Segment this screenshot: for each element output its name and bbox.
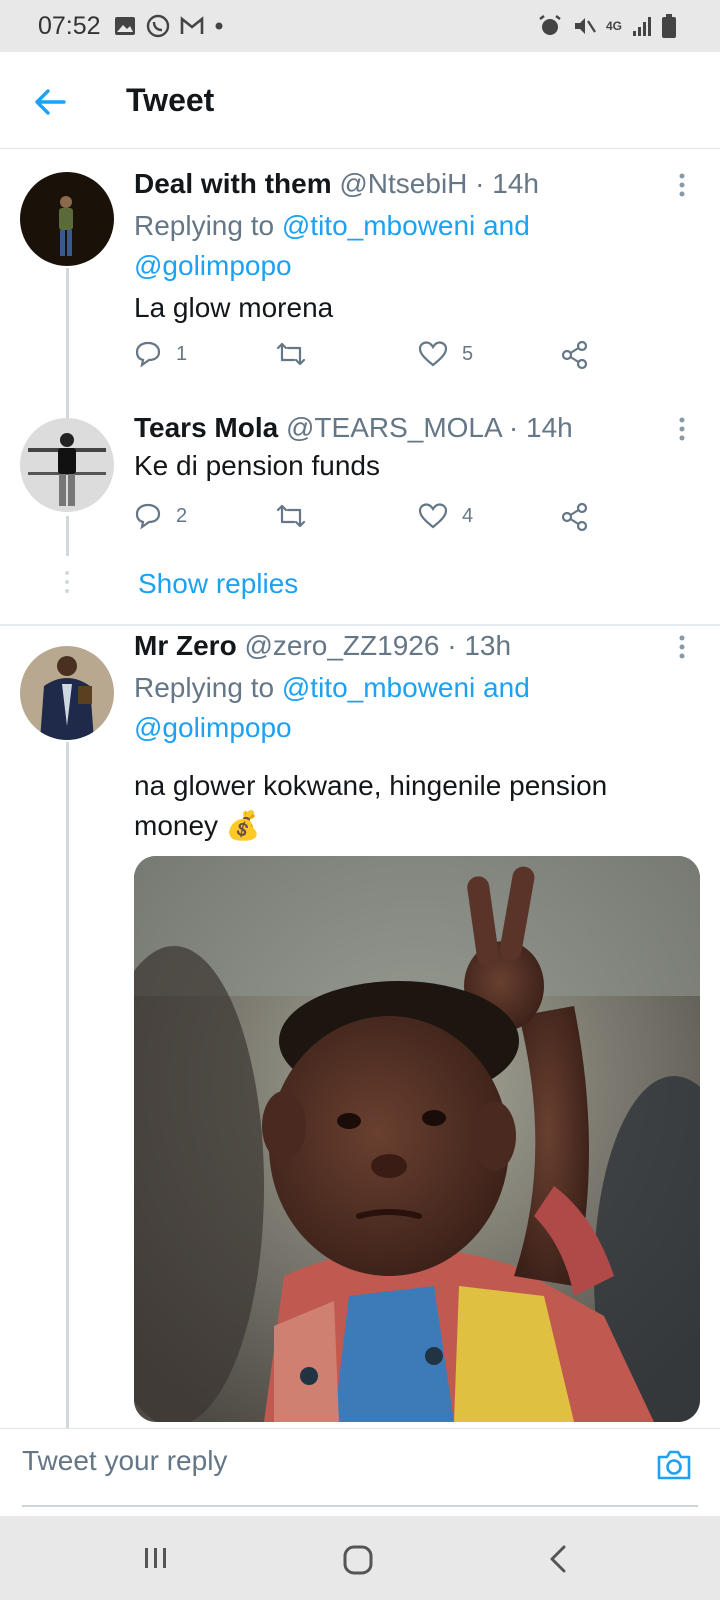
mention-link[interactable]: @golimpopo <box>134 250 292 281</box>
reply-button[interactable]: 1 <box>134 340 187 368</box>
money-bag-emoji: 💰 <box>225 810 261 841</box>
retweet-icon <box>276 342 306 366</box>
tweet-text: na glower kokwane, hingenile pension mon… <box>134 766 694 846</box>
replying-to: Replying to @tito_mboweni and @golimpopo <box>134 206 604 286</box>
display-name[interactable]: Tears Mola <box>134 412 278 443</box>
home-icon[interactable] <box>342 1544 374 1576</box>
tweet-reply-1[interactable]: Deal with them @NtsebiH · 14h Replying t… <box>0 150 720 418</box>
user-handle: @NtsebiH <box>339 168 468 199</box>
more-options-icon[interactable] <box>672 172 692 202</box>
whatsapp-icon <box>146 14 170 38</box>
tweet-reply-3[interactable]: Mr Zero @zero_ZZ1926 · 13h Replying to @… <box>0 628 720 1428</box>
tweet-actions: 1 5 <box>134 340 614 380</box>
reply-count: 2 <box>176 504 188 527</box>
tweet-header: Tears Mola @TEARS_MOLA · 14h <box>134 412 573 444</box>
like-button[interactable]: 4 <box>418 502 473 530</box>
user-handle: @zero_ZZ1926 <box>244 630 440 661</box>
retweet-icon <box>276 504 306 528</box>
avatar[interactable] <box>20 172 114 266</box>
tweet-text: Ke di pension funds <box>134 450 380 481</box>
replying-to-label: Replying to <box>134 672 275 703</box>
image-icon <box>115 17 135 35</box>
system-nav-bar <box>0 1516 720 1600</box>
user-handle: @TEARS_MOLA <box>285 412 502 443</box>
avatar[interactable] <box>20 646 114 740</box>
signal-icon <box>633 17 651 36</box>
avatar[interactable] <box>20 418 114 512</box>
tweet-time: · 14h <box>475 168 539 199</box>
replying-to-label: Replying to <box>134 210 275 241</box>
camera-icon[interactable] <box>656 1449 692 1481</box>
status-bar: 07:52 4G <box>0 0 720 52</box>
replying-to: Replying to @tito_mboweni and @golimpopo <box>134 668 604 748</box>
share-button[interactable] <box>560 340 590 370</box>
status-time: 07:52 <box>38 12 101 40</box>
more-options-icon[interactable] <box>672 634 692 664</box>
back-icon[interactable] <box>546 1544 570 1574</box>
display-name[interactable]: Deal with them <box>134 168 332 199</box>
gmail-icon <box>180 16 204 34</box>
retweet-button[interactable] <box>274 340 322 368</box>
tweet-header: Mr Zero @zero_ZZ1926 · 13h <box>134 630 511 662</box>
divider <box>0 624 720 626</box>
like-button[interactable]: 5 <box>418 340 473 368</box>
heart-icon <box>418 503 448 529</box>
like-count: 5 <box>462 342 474 365</box>
top-app-bar: Tweet <box>0 52 720 149</box>
dot-icon <box>215 22 223 30</box>
heart-icon <box>418 341 448 367</box>
reply-count: 1 <box>176 342 188 365</box>
display-name[interactable]: Mr Zero <box>134 630 237 661</box>
thread-line <box>66 516 69 556</box>
thread-line <box>66 742 69 1428</box>
like-count: 4 <box>462 504 474 527</box>
tweet-time: · 13h <box>447 630 512 661</box>
tweet-text-line: money <box>134 810 219 841</box>
page-title: Tweet <box>126 82 215 118</box>
reply-icon <box>135 503 161 530</box>
tweet-text-line: na glower kokwane, hingenile pension <box>134 770 608 801</box>
more-options-icon[interactable] <box>672 416 692 446</box>
share-button[interactable] <box>560 502 590 532</box>
reply-button[interactable]: 2 <box>134 502 187 530</box>
mention-link[interactable]: @tito_mboweni and <box>282 210 530 241</box>
reply-composer: Tweet your reply <box>0 1428 720 1517</box>
tweet-header: Deal with them @NtsebiH · 14h <box>134 168 539 200</box>
thread-continuation-dots <box>65 571 69 593</box>
recents-icon[interactable] <box>142 1544 170 1572</box>
share-icon <box>561 502 588 532</box>
network-type-label: 4G <box>605 19 622 33</box>
show-replies-link[interactable]: Show replies <box>138 568 298 600</box>
tweet-text: La glow morena <box>134 292 334 323</box>
tweet-reply-2[interactable]: Tears Mola @TEARS_MOLA · 14h Ke di pensi… <box>0 412 720 624</box>
retweet-button[interactable] <box>274 502 322 530</box>
share-icon <box>561 340 588 370</box>
thread-line <box>66 268 69 418</box>
reply-input[interactable]: Tweet your reply <box>22 1445 227 1477</box>
tweet-time: · 14h <box>508 412 573 443</box>
mention-link[interactable]: @golimpopo <box>134 712 292 743</box>
tweet-actions: 2 4 <box>134 502 614 542</box>
tweet-photo[interactable] <box>134 856 700 1422</box>
mute-icon <box>574 18 596 34</box>
battery-icon <box>662 14 676 38</box>
back-arrow-icon[interactable] <box>30 82 70 122</box>
mention-link[interactable]: @tito_mboweni and <box>282 672 530 703</box>
reply-icon <box>135 341 161 368</box>
composer-underline <box>22 1505 698 1507</box>
alarm-icon <box>539 15 561 35</box>
